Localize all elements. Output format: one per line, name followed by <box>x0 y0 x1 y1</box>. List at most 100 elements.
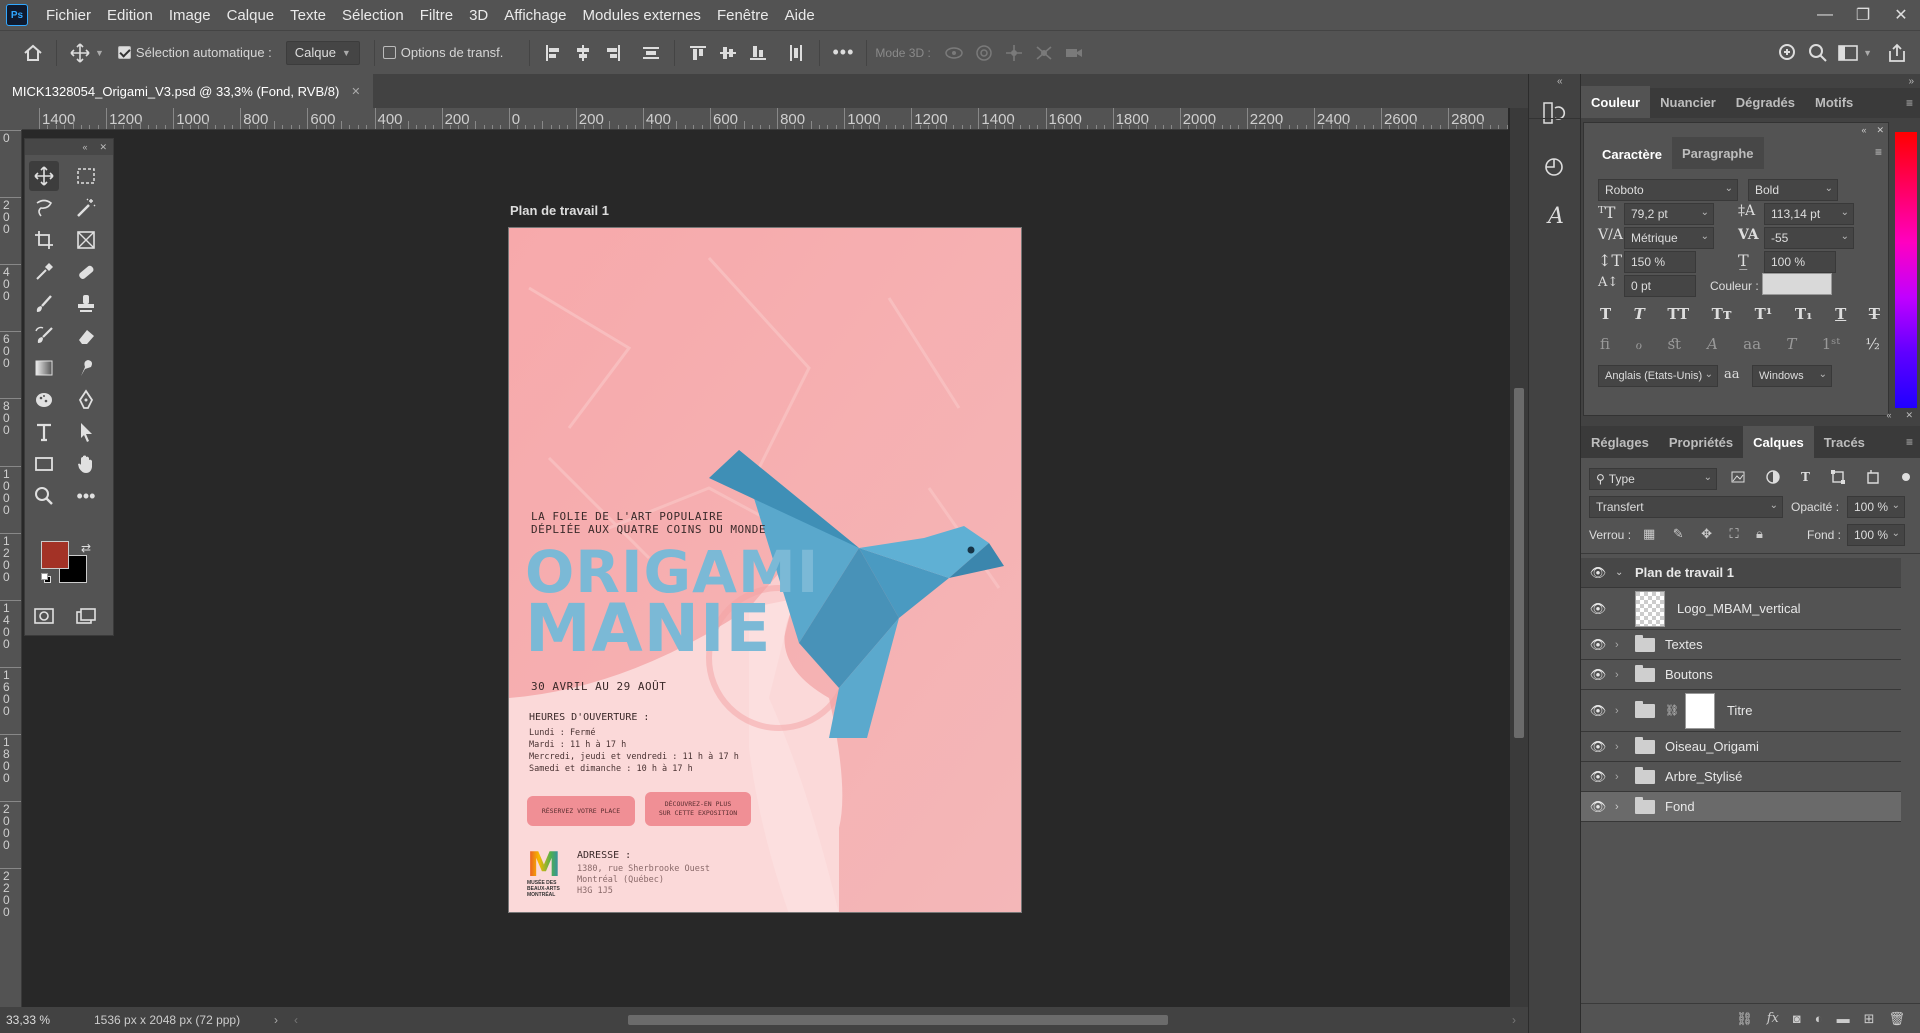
more-tools-icon[interactable]: ••• <box>71 481 101 511</box>
home-icon[interactable] <box>18 38 48 68</box>
layer-row-arbre[interactable]: 👁︎ › Arbre_Stylisé <box>1581 762 1901 792</box>
history-brush-tool-icon[interactable] <box>29 321 59 351</box>
superscript-icon[interactable]: T¹ <box>1755 305 1773 323</box>
properties-panel-icon[interactable] <box>1541 154 1571 184</box>
lock-position-icon[interactable]: ✥ <box>1701 526 1712 542</box>
quick-mask-icon[interactable] <box>29 601 59 631</box>
menu-fichier[interactable]: Fichier <box>38 7 99 24</box>
layer-row-boutons[interactable]: 👁︎ › Boutons <box>1581 660 1901 690</box>
marquee-tool-icon[interactable] <box>71 161 101 191</box>
fill-field[interactable]: 100 % ⌄ <box>1847 524 1905 546</box>
tab-motifs[interactable]: Motifs <box>1805 86 1863 118</box>
restore-icon[interactable]: ❐ <box>1844 0 1882 30</box>
expand-chevron-icon[interactable]: › <box>1615 771 1635 783</box>
magic-wand-tool-icon[interactable] <box>71 193 101 223</box>
font-family-dropdown[interactable]: Roboto ⌄ <box>1598 179 1738 201</box>
vertical-scale-field[interactable]: 150 % <box>1624 251 1696 273</box>
screen-mode-icon[interactable] <box>71 601 101 631</box>
zoom-tool-icon[interactable] <box>29 481 59 511</box>
lock-all-icon[interactable]: 🔒︎ <box>1756 526 1763 542</box>
character-panel-icon[interactable]: A <box>1541 204 1571 234</box>
brush-tool-icon[interactable] <box>29 289 59 319</box>
visibility-eye-icon[interactable]: 👁︎ <box>1581 739 1615 755</box>
pan-3d-icon[interactable] <box>999 38 1029 68</box>
panel-menu-icon[interactable]: ≡ <box>1898 88 1920 118</box>
visibility-eye-icon[interactable]: 👁︎ <box>1581 601 1615 617</box>
subscript-icon[interactable]: T₁ <box>1795 305 1813 323</box>
expand-chevron-icon[interactable]: ⌄ <box>1615 567 1635 578</box>
antialias-dropdown[interactable]: Windows ⌄ <box>1752 365 1832 387</box>
visibility-eye-icon[interactable]: 👁︎ <box>1581 799 1615 815</box>
color-spectrum-bar[interactable] <box>1895 132 1917 408</box>
more-options-icon[interactable]: ••• <box>828 38 858 68</box>
auto-select-dropdown[interactable]: Calque ▼ <box>285 40 360 65</box>
sponge-tool-icon[interactable] <box>29 385 59 415</box>
menu-fenetre[interactable]: Fenêtre <box>709 7 777 24</box>
move-tool-icon[interactable] <box>65 38 95 68</box>
new-group-icon[interactable]: ▬ <box>1837 1011 1850 1026</box>
type-filter-icon[interactable]: T <box>1801 470 1810 484</box>
hand-tool-icon[interactable] <box>71 449 101 479</box>
collapse-panel-icon[interactable]: « <box>82 142 87 152</box>
roll-3d-icon[interactable] <box>969 38 999 68</box>
stylistic-alternates-icon[interactable]: aa <box>1743 335 1761 353</box>
export-share-icon[interactable] <box>1882 38 1912 68</box>
tab-calques[interactable]: Calques <box>1743 426 1814 458</box>
visibility-eye-icon[interactable]: 👁︎ <box>1581 637 1615 653</box>
fractions-icon[interactable]: ½ <box>1865 335 1880 353</box>
healing-brush-tool-icon[interactable] <box>71 257 101 287</box>
eyedropper-tool-icon[interactable] <box>29 257 59 287</box>
menu-3d[interactable]: 3D <box>461 7 496 24</box>
tab-caractere[interactable]: Caractère <box>1592 139 1672 169</box>
collapse-panels-icon[interactable]: » <box>1908 76 1914 87</box>
close-layers-icon[interactable]: ✕ <box>1905 410 1913 420</box>
small-caps-icon[interactable]: Tт <box>1712 305 1732 323</box>
camera-3d-icon[interactable] <box>1059 38 1089 68</box>
language-dropdown[interactable]: Anglais (Etats-Unis) ⌄ <box>1598 365 1718 387</box>
close-tab-icon[interactable]: ✕ <box>351 85 360 98</box>
lock-artboard-icon[interactable]: ⛶ <box>1729 526 1738 542</box>
collapse-layers-icon[interactable]: « <box>1886 410 1891 420</box>
vertical-scrollbar-thumb[interactable] <box>1514 388 1524 738</box>
menu-filtre[interactable]: Filtre <box>412 7 461 24</box>
layer-style-fx-icon[interactable]: fx <box>1767 1011 1779 1026</box>
swash-icon[interactable]: A <box>1707 335 1718 353</box>
tab-paragraphe[interactable]: Paragraphe <box>1672 137 1764 169</box>
gradient-tool-icon[interactable] <box>29 353 59 383</box>
visibility-eye-icon[interactable]: 👁︎ <box>1581 703 1615 719</box>
expand-chevron-icon[interactable]: › <box>1615 705 1635 717</box>
distribute-vertical-icon[interactable] <box>781 38 811 68</box>
share-learn-icon[interactable] <box>1773 38 1803 68</box>
pixel-filter-icon[interactable] <box>1731 471 1745 483</box>
align-top-icon[interactable] <box>683 38 713 68</box>
orbit-3d-icon[interactable] <box>939 38 969 68</box>
font-size-field[interactable]: 79,2 pt ⌄ <box>1624 203 1714 225</box>
collapse-character-icon[interactable]: « <box>1861 125 1866 136</box>
mask-link-icon[interactable]: ⛓ <box>1665 704 1679 717</box>
status-menu-chevron-icon[interactable]: › <box>274 1013 278 1027</box>
shape-filter-icon[interactable] <box>1830 470 1845 484</box>
layer-row-artboard[interactable]: 👁︎ ⌄ Plan de travail 1 <box>1581 558 1901 588</box>
font-style-dropdown[interactable]: Bold ⌄ <box>1748 179 1838 201</box>
workspace-icon[interactable] <box>1833 38 1863 68</box>
vertical-scrollbar[interactable] <box>1510 108 1528 1007</box>
opacity-field[interactable]: 100 % ⌄ <box>1847 496 1905 518</box>
layer-mask-thumbnail[interactable] <box>1684 692 1715 729</box>
link-layers-icon[interactable]: ⛓ <box>1736 1011 1753 1027</box>
layers-menu-icon[interactable]: ≡ <box>1898 426 1920 458</box>
default-colors-icon[interactable] <box>41 573 51 583</box>
transform-options-checkbox[interactable] <box>382 46 396 59</box>
kerning-dropdown[interactable]: Métrique ⌄ <box>1624 227 1714 249</box>
all-caps-icon[interactable]: TT <box>1667 305 1689 323</box>
lock-transparency-icon[interactable]: ▦ <box>1643 526 1655 542</box>
expand-chevron-icon[interactable]: › <box>1615 669 1635 681</box>
menu-modules-externes[interactable]: Modules externes <box>575 7 709 24</box>
layer-row-titre[interactable]: 👁︎ › ⛓ Titre <box>1581 690 1901 732</box>
discretionary-ligatures-icon[interactable]: ﬆ <box>1668 335 1682 353</box>
horizontal-scrollbar-thumb[interactable] <box>628 1015 1168 1025</box>
filter-toggle-icon[interactable] <box>1901 472 1911 482</box>
align-bottom-icon[interactable] <box>743 38 773 68</box>
frame-tool-icon[interactable] <box>71 225 101 255</box>
lock-pixels-icon[interactable]: ✎ <box>1673 526 1684 542</box>
text-color-swatch[interactable] <box>1762 273 1832 295</box>
